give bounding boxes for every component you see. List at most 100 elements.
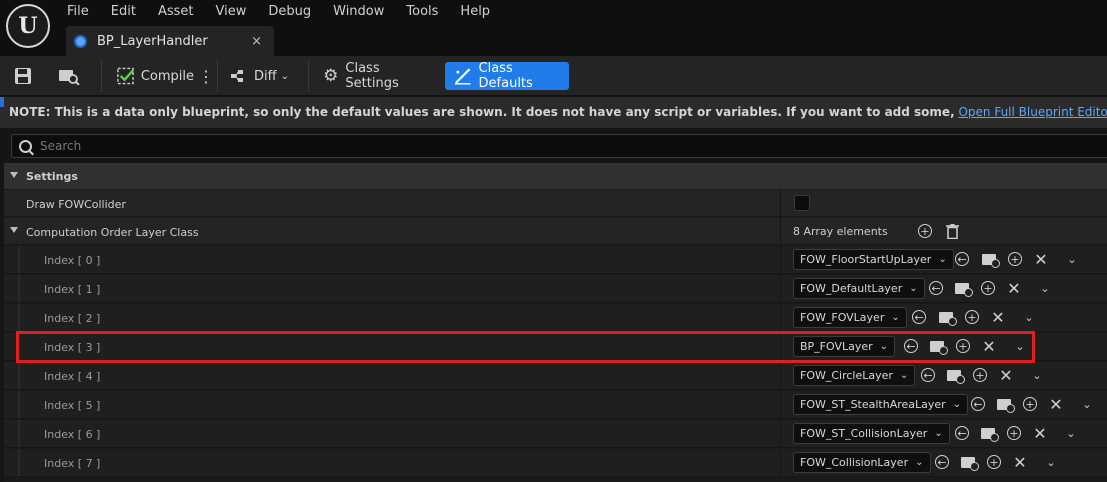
menu-view[interactable]: View xyxy=(205,0,258,24)
insert-element-button[interactable]: + xyxy=(1006,425,1022,441)
menu-edit[interactable]: Edit xyxy=(100,0,147,24)
element-options-button[interactable]: ⌄ xyxy=(1064,251,1080,267)
class-picker-combo[interactable]: BP_FOVLayer ⌄ xyxy=(793,336,896,357)
browse-asset-button[interactable] xyxy=(954,280,973,297)
clear-array-button[interactable] xyxy=(944,223,960,239)
menu-window[interactable]: Window xyxy=(322,0,395,24)
add-element-button[interactable]: + xyxy=(917,223,933,239)
browse-asset-button[interactable] xyxy=(960,454,979,471)
unreal-logo-icon[interactable]: U xyxy=(6,4,50,48)
column-divider[interactable] xyxy=(780,218,781,244)
insert-element-button[interactable]: + xyxy=(980,280,996,296)
browse-asset-button[interactable] xyxy=(996,396,1015,413)
details-search-box[interactable] xyxy=(11,134,1107,158)
category-settings[interactable]: Settings xyxy=(4,163,1107,189)
column-divider[interactable] xyxy=(780,391,781,418)
browse-asset-button[interactable] xyxy=(938,309,957,326)
browse-folder-icon xyxy=(981,427,999,442)
class-picker-combo[interactable]: FOW_FOVLayer ⌄ xyxy=(793,307,907,328)
browse-asset-button[interactable] xyxy=(946,367,965,384)
class-picker-combo[interactable]: FOW_CircleLayer ⌄ xyxy=(793,365,916,386)
class-settings-button[interactable]: ⚙ Class Settings xyxy=(322,61,434,91)
menu-help[interactable]: Help xyxy=(449,0,501,24)
use-selected-button[interactable]: ← xyxy=(928,280,944,296)
use-selected-button[interactable]: ← xyxy=(920,367,936,383)
browse-folder-icon xyxy=(930,340,948,355)
compile-options-button[interactable]: ⋮ xyxy=(198,62,214,90)
element-options-button[interactable]: ⌄ xyxy=(1063,425,1079,441)
close-icon: ✕ xyxy=(991,307,1005,327)
column-divider[interactable] xyxy=(780,275,781,302)
column-divider[interactable] xyxy=(780,190,781,216)
class-picker-combo[interactable]: FOW_ST_StealthAreaLayer ⌄ xyxy=(793,394,969,415)
indent-guide xyxy=(18,246,20,273)
column-divider[interactable] xyxy=(780,246,781,273)
tab-bp-layerhandler[interactable]: BP_LayerHandler × xyxy=(66,26,274,56)
class-picker-combo[interactable]: FOW_FloorStartUpLayer ⌄ xyxy=(793,249,954,270)
use-selected-button[interactable]: ← xyxy=(903,338,919,354)
clear-element-button[interactable]: ✕ xyxy=(981,337,997,356)
element-options-button[interactable]: ⌄ xyxy=(1079,396,1095,412)
column-divider[interactable] xyxy=(780,333,781,360)
use-selected-button[interactable]: ← xyxy=(954,251,970,267)
menu-debug[interactable]: Debug xyxy=(257,0,322,24)
element-options-button[interactable]: ⌄ xyxy=(1012,338,1028,354)
element-options-button[interactable]: ⌄ xyxy=(1037,280,1053,296)
browse-asset-button[interactable] xyxy=(980,425,999,442)
insert-element-button[interactable]: + xyxy=(972,367,988,383)
expand-arrow-icon[interactable] xyxy=(10,172,18,178)
browse-asset-button[interactable] xyxy=(981,251,1000,268)
column-divider[interactable] xyxy=(780,449,781,476)
class-picker-combo[interactable]: FOW_CollisionLayer ⌄ xyxy=(793,452,931,473)
use-selected-button[interactable]: ← xyxy=(954,425,970,441)
use-selected-arrow-icon: ← xyxy=(929,281,943,295)
save-button[interactable] xyxy=(14,62,40,90)
blueprint-icon xyxy=(74,34,87,48)
close-icon: ✕ xyxy=(1034,249,1048,269)
array-element-row: Index [ 0 ] FOW_FloorStartUpLayer ⌄ ← + ✕… xyxy=(4,246,1107,274)
insert-element-button[interactable]: + xyxy=(1022,396,1038,412)
clear-element-button[interactable]: ✕ xyxy=(1032,424,1048,443)
class-defaults-button[interactable]: Class Defaults xyxy=(445,61,569,91)
element-options-button[interactable]: ⌄ xyxy=(1043,454,1059,470)
browse-button[interactable] xyxy=(58,62,84,90)
menu-file[interactable]: File xyxy=(56,0,100,24)
column-divider[interactable] xyxy=(780,420,781,447)
use-selected-button[interactable]: ← xyxy=(934,454,950,470)
close-icon: ✕ xyxy=(1049,394,1063,414)
clear-element-button[interactable]: ✕ xyxy=(990,307,1006,327)
array-element-row: Index [ 7 ] FOW_CollisionLayer ⌄ ← + ✕ ⌄ xyxy=(4,449,1107,477)
clear-element-button[interactable]: ✕ xyxy=(1033,249,1049,269)
browse-asset-button[interactable] xyxy=(929,338,948,355)
open-full-blueprint-editor-link[interactable]: Open Full Blueprint Editor xyxy=(958,105,1107,119)
index-label: Index [ 2 ] xyxy=(44,312,101,325)
menu-asset[interactable]: Asset xyxy=(147,0,205,24)
draw-fowcollider-checkbox[interactable] xyxy=(794,195,810,211)
column-divider[interactable] xyxy=(780,362,781,389)
insert-element-button[interactable]: + xyxy=(955,338,971,354)
indent-guide xyxy=(18,420,20,447)
compile-button[interactable]: Compile xyxy=(116,62,194,90)
column-divider[interactable] xyxy=(780,304,781,331)
clear-element-button[interactable]: ✕ xyxy=(1006,279,1022,298)
clear-element-button[interactable]: ✕ xyxy=(1012,453,1028,472)
element-options-button[interactable]: ⌄ xyxy=(1029,367,1045,383)
clear-element-button[interactable]: ✕ xyxy=(1048,394,1064,414)
menu-tools[interactable]: Tools xyxy=(395,0,449,24)
title-bar: U File Edit Asset View Debug Window Tool… xyxy=(0,0,1107,56)
diff-button[interactable]: Diff ⌄ xyxy=(230,62,290,90)
use-selected-button[interactable]: ← xyxy=(970,396,986,412)
close-icon[interactable]: × xyxy=(251,34,262,49)
insert-element-button[interactable]: + xyxy=(964,309,980,325)
add-icon: + xyxy=(1023,397,1037,411)
clear-element-button[interactable]: ✕ xyxy=(998,366,1014,385)
diff-label: Diff xyxy=(254,68,277,84)
element-options-button[interactable]: ⌄ xyxy=(1021,309,1037,325)
class-picker-combo[interactable]: FOW_ST_CollisionLayer ⌄ xyxy=(793,423,950,444)
search-input[interactable] xyxy=(40,139,440,153)
expand-arrow-icon[interactable] xyxy=(10,227,18,233)
insert-element-button[interactable]: + xyxy=(986,454,1002,470)
class-picker-combo[interactable]: FOW_DefaultLayer ⌄ xyxy=(793,278,925,299)
insert-element-button[interactable]: + xyxy=(1007,251,1023,267)
use-selected-button[interactable]: ← xyxy=(911,309,927,325)
